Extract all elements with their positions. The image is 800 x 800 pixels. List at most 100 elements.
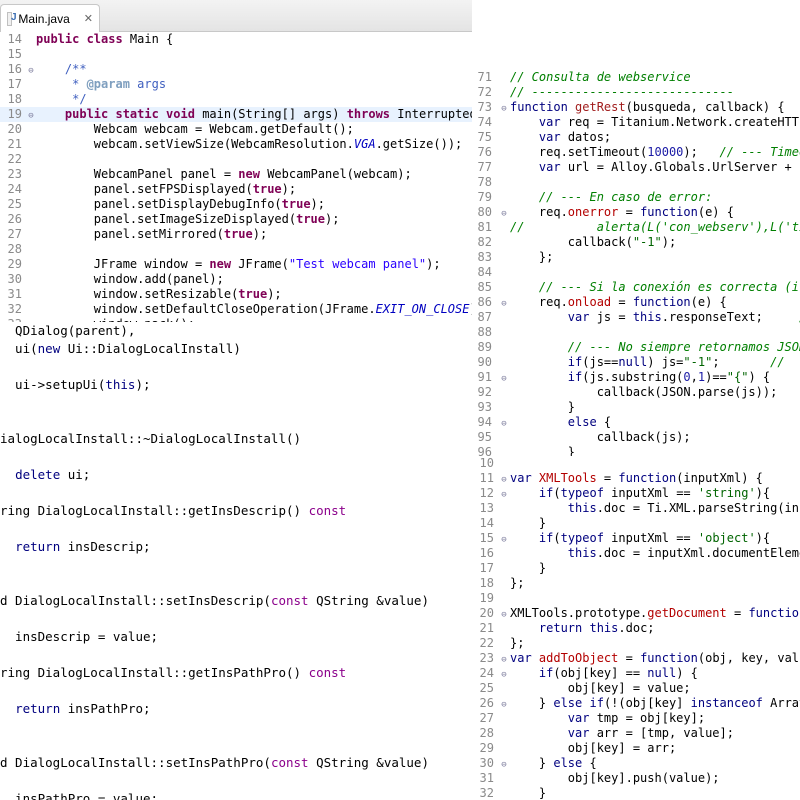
code-line[interactable]: 22}; <box>472 636 800 651</box>
code-line[interactable]: d DialogLocalInstall::setInsDescrip(cons… <box>0 592 460 610</box>
code-line[interactable] <box>0 772 460 790</box>
code-line[interactable]: 82 callback("-1"); <box>472 235 800 250</box>
code-line[interactable] <box>0 682 460 700</box>
code-line[interactable]: ialogLocalInstall::~DialogLocalInstall() <box>0 430 460 448</box>
code-line[interactable]: 12 ⊖ if(typeof inputXml == 'string'){ <box>472 486 800 501</box>
code-line[interactable]: 29 JFrame window = new JFrame("Test webc… <box>0 257 472 272</box>
code-line[interactable]: 27 var tmp = obj[key]; <box>472 711 800 726</box>
code-line[interactable]: 72 // ---------------------------- <box>472 85 800 100</box>
cpp-editor-panel[interactable]: QDialog(parent), ui(new Ui::DialogLocalI… <box>0 322 460 800</box>
code-line[interactable]: 19 <box>472 591 800 606</box>
code-line[interactable]: 18 */ <box>0 92 472 107</box>
code-line[interactable]: 84 <box>472 265 800 280</box>
code-line[interactable]: 15 <box>0 47 472 62</box>
code-line[interactable]: 26 ⊖ } else if(!(obj[key] instanceof Arra… <box>472 696 800 711</box>
close-icon[interactable]: ✕ <box>84 12 93 25</box>
code-line[interactable] <box>0 412 460 430</box>
code-line[interactable]: 24 ⊖ if(obj[key] == null) { <box>472 666 800 681</box>
code-line[interactable]: QDialog(parent), <box>0 322 460 340</box>
code-line[interactable]: 23 ⊖ var addToObject = function(obj, key, … <box>472 651 800 666</box>
code-line[interactable]: 95 callback(js); <box>472 430 800 445</box>
code-line[interactable]: 94 ⊖ else { <box>472 415 800 430</box>
code-line[interactable]: 31 obj[key].push(value); <box>472 771 800 786</box>
code-line[interactable]: 87 var js = this.responseText; // <box>472 310 800 325</box>
code-line[interactable]: 79 // --- En caso de error: <box>472 190 800 205</box>
code-line[interactable]: 76 req.setTimeout(10000); // --- Timeo <box>472 145 800 160</box>
code-line[interactable]: delete ui; <box>0 466 460 484</box>
code-line[interactable]: 28 <box>0 242 472 257</box>
code-line[interactable]: 23 WebcamPanel panel = new WebcamPanel(w… <box>0 167 472 182</box>
code-line[interactable]: 74 var req = Titanium.Network.createHTTP… <box>472 115 800 130</box>
code-line[interactable] <box>0 574 460 592</box>
code-line[interactable]: 75 var datos; <box>472 130 800 145</box>
code-line[interactable]: 93 } <box>472 400 800 415</box>
code-line[interactable]: 31 window.setResizable(true); <box>0 287 472 302</box>
code-line[interactable]: 80 ⊖ req.onerror = function(e) { <box>472 205 800 220</box>
code-line[interactable]: 90 if(js==null) js="-1"; // <box>472 355 800 370</box>
code-line[interactable]: 21 webcam.setViewSize(WebcamResolution.V… <box>0 137 472 152</box>
code-line[interactable]: 20 Webcam webcam = Webcam.getDefault(); <box>0 122 472 137</box>
code-line[interactable]: 30 window.add(panel); <box>0 272 472 287</box>
code-line[interactable]: 20 ⊖ XMLTools.prototype.getDocument = func… <box>472 606 800 621</box>
code-line[interactable] <box>0 736 460 754</box>
code-line[interactable]: 25 panel.setDisplayDebugInfo(true); <box>0 197 472 212</box>
code-line[interactable]: ui->setupUi(this); <box>0 376 460 394</box>
tab-main-java[interactable]: Main.java ✕ <box>0 4 100 32</box>
code-line[interactable] <box>0 556 460 574</box>
code-line[interactable] <box>0 718 460 736</box>
code-line[interactable]: 11 ⊖ var XMLTools = function(inputXml) { <box>472 471 800 486</box>
code-line[interactable]: 92 callback(JSON.parse(js)); <box>472 385 800 400</box>
code-line[interactable]: 26 panel.setImageSizeDisplayed(true); <box>0 212 472 227</box>
code-line[interactable]: 21 return this.doc; <box>472 621 800 636</box>
code-line[interactable] <box>0 484 460 502</box>
code-line[interactable]: ring DialogLocalInstall::getInsDescrip()… <box>0 502 460 520</box>
code-line[interactable]: 85 // --- Si la conexión es correcta (ir <box>472 280 800 295</box>
code-line[interactable]: 22 <box>0 152 472 167</box>
code-line[interactable]: 71 // Consulta de webservice <box>472 70 800 85</box>
code-line[interactable]: 88 <box>472 325 800 340</box>
code-line[interactable]: 14 } <box>472 516 800 531</box>
code-line[interactable]: return insDescrip; <box>0 538 460 556</box>
code-line[interactable]: 27 panel.setMirrored(true); <box>0 227 472 242</box>
code-line[interactable]: 91 ⊖ if(js.substring(0,1)=="{") { <box>472 370 800 385</box>
code-line[interactable]: 17 } <box>472 561 800 576</box>
code-line[interactable]: 89 // --- No siempre retornamos JSON <box>472 340 800 355</box>
code-line[interactable]: ring DialogLocalInstall::getInsPathPro()… <box>0 664 460 682</box>
js-editor-panel-xmltools[interactable]: 10 11 ⊖ var XMLTools = function(inputXml) {… <box>472 456 800 800</box>
code-line[interactable]: 78 <box>472 175 800 190</box>
code-line[interactable]: 32 window.setDefaultCloseOperation(JFram… <box>0 302 472 317</box>
code-line[interactable]: d DialogLocalInstall::setInsPathPro(cons… <box>0 754 460 772</box>
code-line[interactable]: 29 obj[key] = arr; <box>472 741 800 756</box>
code-line[interactable] <box>0 646 460 664</box>
code-line[interactable]: 10 <box>472 456 800 471</box>
code-line[interactable] <box>0 610 460 628</box>
code-line[interactable]: 15 ⊖ if(typeof inputXml == 'object'){ <box>472 531 800 546</box>
code-line[interactable]: 25 obj[key] = value; <box>472 681 800 696</box>
code-line[interactable]: 16 this.doc = inputXml.documentElemen <box>472 546 800 561</box>
code-line[interactable]: 32 } <box>472 786 800 800</box>
code-line[interactable] <box>0 394 460 412</box>
code-line[interactable]: 24 panel.setFPSDisplayed(true); <box>0 182 472 197</box>
code-line[interactable]: 28 var arr = [tmp, value]; <box>472 726 800 741</box>
code-line[interactable]: 16 ⊖ /** <box>0 62 472 77</box>
code-line[interactable]: 73 ⊖ function getRest(busqueda, callback) … <box>472 100 800 115</box>
code-line[interactable]: 14 public class Main { <box>0 32 472 47</box>
code-line[interactable]: 96 } <box>472 445 800 456</box>
code-line[interactable] <box>0 448 460 466</box>
code-line[interactable]: return insPathPro; <box>0 700 460 718</box>
code-line[interactable]: insDescrip = value; <box>0 628 460 646</box>
code-line[interactable]: 83 }; <box>472 250 800 265</box>
java-code-area[interactable]: 14 public class Main {15 16 ⊖ /** 17 * @para… <box>0 32 472 322</box>
code-line[interactable]: 17 * @param args <box>0 77 472 92</box>
code-line[interactable]: 77 var url = Alloy.Globals.UrlServer + b… <box>472 160 800 175</box>
code-line[interactable]: 19 ⊖ public static void main(String[] arg… <box>0 107 472 122</box>
code-line[interactable]: 86 ⊖ req.onload = function(e) { <box>472 295 800 310</box>
code-line[interactable] <box>0 520 460 538</box>
js-editor-panel-webservice[interactable]: 71 // Consulta de webservice 72 // --------… <box>472 70 800 456</box>
code-line[interactable]: 18}; <box>472 576 800 591</box>
code-line[interactable] <box>0 358 460 376</box>
code-line[interactable]: 30 ⊖ } else { <box>472 756 800 771</box>
code-line[interactable]: 13 this.doc = Ti.XML.parseString(inpu <box>472 501 800 516</box>
code-line[interactable]: insPathPro = value; <box>0 790 460 800</box>
code-line[interactable]: 81 // alerta(L('con_webserv'),L('timeo <box>472 220 800 235</box>
